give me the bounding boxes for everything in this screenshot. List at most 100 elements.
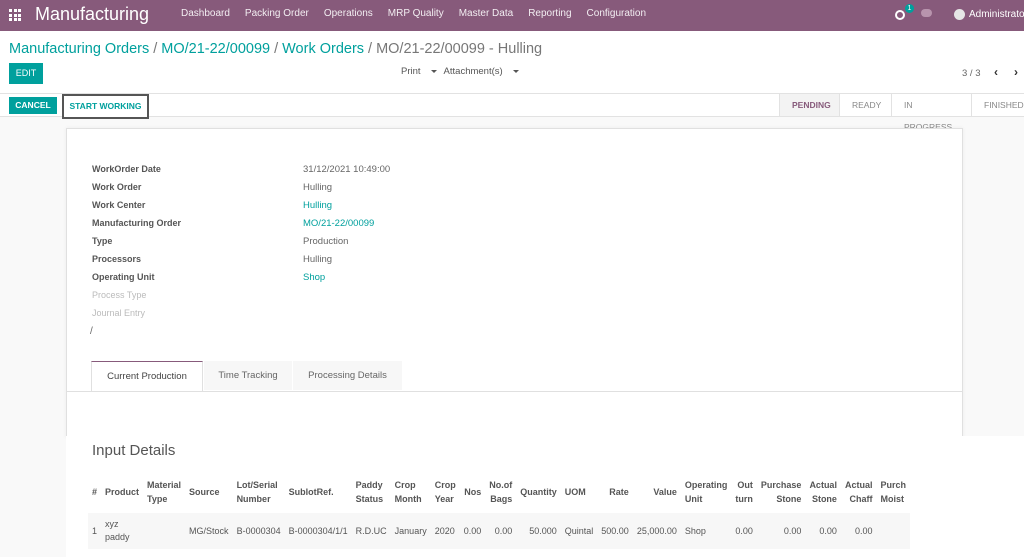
column-header[interactable]: Crop Year xyxy=(431,471,460,513)
edit-button[interactable]: EDIT xyxy=(9,63,43,84)
input-details-table: # Product Material Type Source Lot/Serial Numb… xyxy=(88,471,910,549)
table-cell: MG/Stock xyxy=(185,513,233,549)
notebook-tabs: Current Production Time Tracking Process… xyxy=(91,361,403,392)
tab-current-production[interactable]: Current Production xyxy=(91,361,203,392)
column-header[interactable]: Quantity xyxy=(516,471,561,513)
table-cell: 0.00 xyxy=(485,513,517,549)
table-cell: January xyxy=(390,513,431,549)
column-header[interactable]: Purchase Stone xyxy=(757,471,806,513)
attachments-label: Attachment(s) xyxy=(443,66,503,77)
pager-value: 3 / 3 xyxy=(962,68,981,79)
column-header[interactable]: Product xyxy=(101,471,143,513)
stage-finished[interactable]: FINISHED xyxy=(971,94,1024,116)
breadcrumb-manufacturing-orders[interactable]: Manufacturing Orders xyxy=(9,41,149,57)
column-header[interactable]: Actual Stone xyxy=(805,471,841,513)
menu-configuration[interactable]: Configuration xyxy=(587,8,646,19)
tab-time-tracking[interactable]: Time Tracking xyxy=(204,361,292,390)
column-header[interactable]: No.of Bags xyxy=(485,471,516,513)
column-header[interactable]: Out turn xyxy=(731,471,757,513)
column-header[interactable]: Actual Chaff xyxy=(841,471,877,513)
table-cell: 0.00 xyxy=(459,513,486,549)
field-label-manufacturing-order: Manufacturing Order xyxy=(92,218,182,228)
table-cell: 1 xyxy=(88,513,102,549)
table-cell: 50.000 xyxy=(516,513,561,549)
field-value-manufacturing-order[interactable]: MO/21-22/00099 xyxy=(303,218,374,229)
breadcrumb-mo[interactable]: MO/21-22/00099 xyxy=(161,41,270,57)
tab-divider xyxy=(67,391,962,392)
table-cell: 25,000.00 xyxy=(632,513,681,549)
stage-in-progress[interactable]: IN PROGRESS xyxy=(891,94,971,132)
field-label-workorder-date: WorkOrder Date xyxy=(92,164,161,174)
breadcrumb-separator: / xyxy=(153,41,158,57)
attachments-dropdown[interactable]: Attachment(s) xyxy=(444,66,519,77)
chat-icon[interactable] xyxy=(921,9,932,17)
column-header[interactable]: Rate xyxy=(597,471,633,513)
column-header[interactable]: Paddy Status xyxy=(352,471,391,513)
column-header[interactable]: Lot/Serial Number xyxy=(233,471,285,513)
table-cell: B-0000304/1/1 xyxy=(284,513,352,549)
column-header[interactable]: UOM xyxy=(561,471,598,513)
table-header-row: # Product Material Type Source Lot/Serial Numb… xyxy=(88,471,910,513)
table-cell: Quintal xyxy=(560,513,598,549)
control-panel: Manufacturing Orders / MO/21-22/00099/Work… xyxy=(0,31,1024,93)
column-header[interactable]: SublotRef. xyxy=(285,471,352,513)
table-cell: 0.00 xyxy=(805,513,841,549)
menu-packing-order[interactable]: Packing Order xyxy=(245,8,309,19)
apps-menu-icon[interactable] xyxy=(9,9,21,21)
field-label-type: Type xyxy=(92,236,113,246)
table-cell: 2020 xyxy=(430,513,460,549)
table-cell xyxy=(143,513,186,549)
user-menu[interactable]: Administrator xyxy=(969,9,1024,20)
main-menu: Dashboard Packing Order Operations MRP Q… xyxy=(181,8,661,19)
chevron-right-icon[interactable]: › xyxy=(1014,65,1018,79)
table-cell: 0.00 xyxy=(731,513,757,549)
stage-ready[interactable]: READY xyxy=(839,94,891,116)
column-header[interactable]: Operating Unit xyxy=(681,471,732,513)
action-dropdowns: Print Attachment(s) xyxy=(401,66,526,77)
user-avatar[interactable] xyxy=(954,9,965,20)
stage-pipeline: PENDING READY IN PROGRESS FINISHED xyxy=(779,94,1024,132)
print-label: Print xyxy=(401,66,421,77)
menu-mrp-quality[interactable]: MRP Quality xyxy=(388,8,444,19)
field-value-workorder-date: 31/12/2021 10:49:00 xyxy=(303,164,391,175)
table-cell xyxy=(876,513,910,549)
activity-count-badge: 1 xyxy=(905,4,914,13)
column-header[interactable]: Value xyxy=(633,471,681,513)
column-header[interactable]: Crop Month xyxy=(391,471,431,513)
print-dropdown[interactable]: Print xyxy=(401,66,437,77)
menu-master-data[interactable]: Master Data xyxy=(459,8,513,19)
chevron-left-icon[interactable]: ‹ xyxy=(994,65,998,79)
stage-pending[interactable]: PENDING xyxy=(779,94,839,116)
table-cell: Shop xyxy=(680,513,732,549)
column-header[interactable]: Source xyxy=(185,471,233,513)
form-sheet: WorkOrder Date 31/12/2021 10:49:00 Work … xyxy=(66,128,963,438)
column-header[interactable]: Material Type xyxy=(143,471,185,513)
field-value-work-order: Hulling xyxy=(303,182,333,193)
start-working-button[interactable]: START WORKING xyxy=(62,94,149,119)
column-header[interactable]: # xyxy=(88,471,101,513)
column-header[interactable]: Purch Moist xyxy=(876,471,910,513)
table-cell: 500.00 xyxy=(597,513,633,549)
breadcrumb: Manufacturing Orders / MO/21-22/00099/Work… xyxy=(9,41,542,57)
breadcrumb-current: MO/21-22/00099 - Hulling xyxy=(376,41,543,57)
activity-button[interactable] xyxy=(895,5,905,25)
breadcrumb-work-orders[interactable]: Work Orders xyxy=(282,41,364,57)
top-navbar: Manufacturing Dashboard Packing Order Op… xyxy=(0,0,1024,31)
field-label-operating-unit: Operating Unit xyxy=(92,272,155,282)
field-label-work-order: Work Order xyxy=(92,182,142,192)
input-details-title: Input Details xyxy=(92,442,176,459)
menu-operations[interactable]: Operations xyxy=(324,8,373,19)
cancel-button[interactable]: CANCEL xyxy=(9,97,57,114)
table-row[interactable]: 1 xyz paddy MG/Stock B-0000304 B-0000304/1/1 R… xyxy=(88,513,910,549)
status-bar: CANCEL START WORKING PENDING READY IN PR… xyxy=(0,93,1024,132)
field-value-work-center[interactable]: Hulling xyxy=(303,200,332,211)
menu-reporting[interactable]: Reporting xyxy=(528,8,571,19)
table-cell: 0.00 xyxy=(840,513,877,549)
field-label-processors: Processors xyxy=(92,254,142,264)
caret-down-icon xyxy=(430,69,437,73)
column-header[interactable]: Nos xyxy=(460,471,486,513)
tab-processing-details[interactable]: Processing Details xyxy=(293,361,402,390)
menu-dashboard[interactable]: Dashboard xyxy=(181,8,230,19)
field-value-operating-unit[interactable]: Shop xyxy=(303,272,325,283)
trailing-text: / xyxy=(90,326,93,337)
